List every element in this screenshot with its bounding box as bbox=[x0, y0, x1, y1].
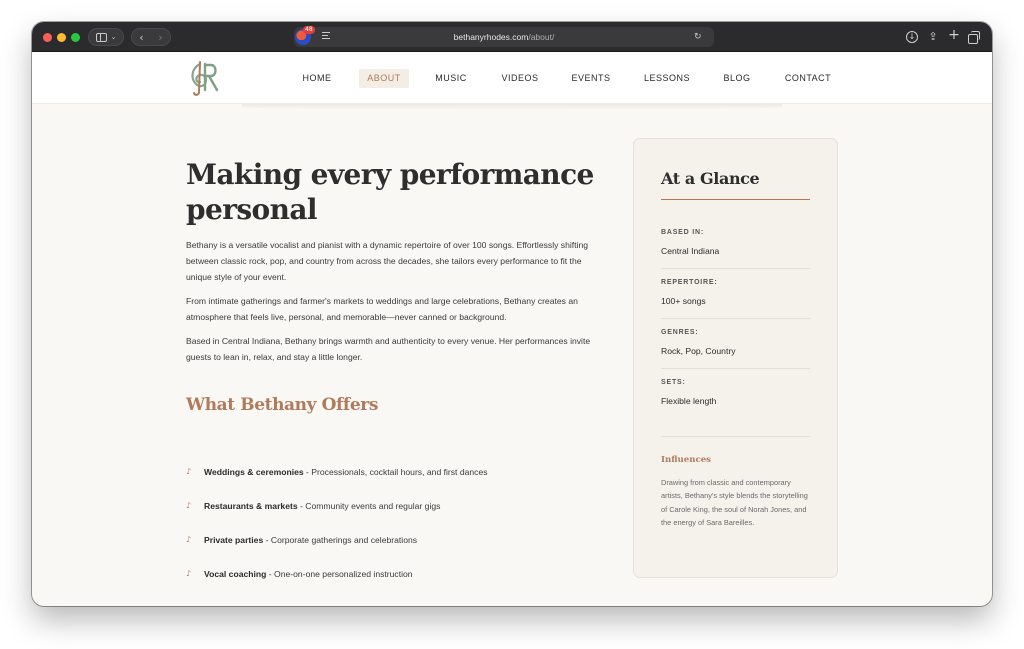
title-underline bbox=[661, 199, 810, 201]
browser-window: ⌄ ‹ › 48 bethanyrhodes.com/about/ ↻ ↓ ⇪ … bbox=[32, 22, 992, 606]
divider bbox=[661, 268, 810, 269]
url-path: /about/ bbox=[528, 32, 555, 42]
main-nav: HOME ABOUT MUSIC VIDEOS EVENTS LESSONS B… bbox=[32, 52, 992, 104]
reload-icon[interactable]: ↻ bbox=[694, 32, 702, 42]
sidebar-toggle-button[interactable]: ⌄ bbox=[88, 28, 124, 46]
offer-desc: - Community events and regular gigs bbox=[297, 501, 441, 511]
history-nav: ‹ › bbox=[131, 28, 171, 46]
divider bbox=[661, 318, 810, 319]
zoom-window-button[interactable] bbox=[71, 33, 80, 42]
fact-label: REPERTOIRE: bbox=[661, 279, 718, 286]
influences-heading: Influences bbox=[661, 455, 712, 465]
url-text[interactable]: bethanyrhodes.com/about/ bbox=[294, 27, 714, 47]
nav-videos[interactable]: VIDEOS bbox=[495, 69, 545, 88]
fact-label: GENRES: bbox=[661, 329, 699, 336]
offer-desc: - Processionals, cocktail hours, and fir… bbox=[303, 467, 488, 477]
music-note-icon: ♪ bbox=[186, 535, 192, 544]
back-icon[interactable]: ‹ bbox=[139, 31, 143, 44]
close-window-button[interactable] bbox=[43, 33, 52, 42]
offers-heading: What Bethany Offers bbox=[186, 395, 378, 415]
venues-paragraph: From intimate gatherings and farmer's ma… bbox=[186, 296, 578, 322]
nav-music[interactable]: MUSIC bbox=[428, 69, 474, 88]
nav-blog[interactable]: BLOG bbox=[716, 69, 758, 88]
page-content: Making every performance personal Bethan… bbox=[32, 105, 992, 606]
tabs-overview-icon[interactable] bbox=[968, 31, 980, 44]
nav-about[interactable]: ABOUT bbox=[359, 69, 409, 88]
offer-name: Restaurants & markets bbox=[204, 501, 298, 511]
offer-item: ♪ Vocal coaching - One-on-one personaliz… bbox=[186, 567, 606, 581]
nav-contact[interactable]: CONTACT bbox=[779, 69, 837, 88]
nav-home[interactable]: HOME bbox=[294, 69, 340, 88]
at-a-glance-card: At a Glance BASED IN: Central Indiana RE… bbox=[633, 138, 838, 578]
offer-desc: - One-on-one personalized instruction bbox=[266, 569, 413, 579]
chevron-down-icon: ⌄ bbox=[110, 33, 117, 41]
download-icon[interactable]: ↓ bbox=[906, 31, 918, 43]
fact-value: Flexible length bbox=[661, 396, 717, 406]
page-title: Making every performance personal bbox=[186, 158, 594, 226]
offer-desc: - Corporate gatherings and celebrations bbox=[263, 535, 418, 545]
influences-text: Drawing from classic and contemporary ar… bbox=[661, 478, 808, 527]
minimize-window-button[interactable] bbox=[57, 33, 66, 42]
nav-lessons[interactable]: LESSONS bbox=[640, 69, 694, 88]
fact-value: Rock, Pop, Country bbox=[661, 346, 736, 356]
sidebar-icon bbox=[95, 32, 107, 42]
card-title: At a Glance bbox=[661, 169, 760, 188]
offer-name: Weddings & ceremonies bbox=[204, 467, 304, 477]
divider bbox=[661, 368, 810, 369]
share-icon[interactable]: ⇪ bbox=[926, 30, 940, 44]
offer-name: Vocal coaching bbox=[204, 569, 267, 579]
offer-item: ♪ Weddings & ceremonies - Processionals,… bbox=[186, 465, 606, 479]
offer-name: Private parties bbox=[204, 535, 264, 545]
forward-icon[interactable]: › bbox=[158, 31, 162, 44]
location-paragraph: Based in Central Indiana, Bethany brings… bbox=[186, 336, 591, 362]
fact-value: 100+ songs bbox=[661, 296, 706, 306]
fact-label: SETS: bbox=[661, 379, 686, 386]
nav-events[interactable]: EVENTS bbox=[566, 69, 616, 88]
url-domain: bethanyrhodes.com bbox=[453, 32, 529, 42]
offer-item: ♪ Restaurants & markets - Community even… bbox=[186, 499, 606, 513]
fact-value: Central Indiana bbox=[661, 246, 720, 256]
intro-paragraph: Bethany is a versatile vocalist and pian… bbox=[186, 240, 589, 282]
fact-label: BASED IN: bbox=[661, 229, 704, 236]
music-note-icon: ♪ bbox=[186, 501, 192, 510]
music-note-icon: ♪ bbox=[186, 569, 192, 578]
divider bbox=[661, 436, 810, 437]
music-note-icon: ♪ bbox=[186, 467, 192, 476]
browser-toolbar: ⌄ ‹ › 48 bethanyrhodes.com/about/ ↻ ↓ ⇪ … bbox=[32, 22, 992, 52]
offer-item: ♪ Private parties - Corporate gatherings… bbox=[186, 533, 606, 547]
new-tab-icon[interactable]: + bbox=[947, 28, 961, 42]
